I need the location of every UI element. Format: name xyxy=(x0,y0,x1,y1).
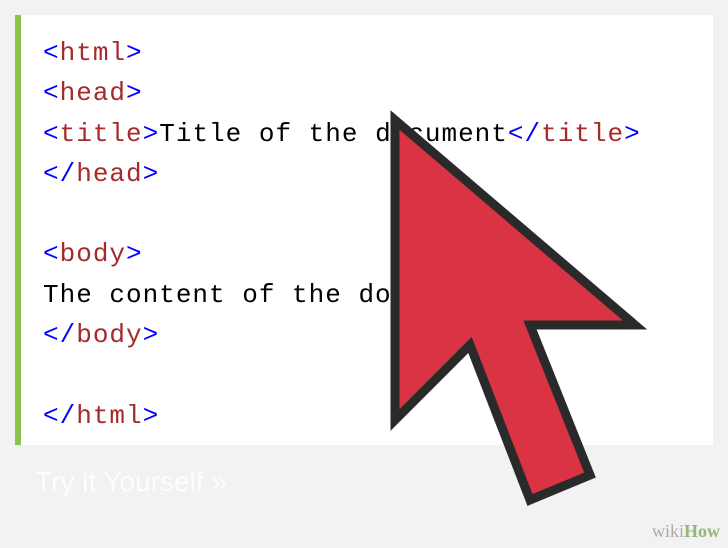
code-line xyxy=(43,355,691,395)
watermark-how: How xyxy=(684,521,720,541)
faint-overlay-text: Try it Yourself » xyxy=(35,466,227,498)
code-line: The content of the document...... xyxy=(43,275,691,315)
code-line: <title>Title of the document</title> xyxy=(43,114,691,154)
watermark-wiki: wiki xyxy=(652,521,684,541)
code-line: </html> xyxy=(43,396,691,436)
code-line xyxy=(43,194,691,234)
code-line: </body> xyxy=(43,315,691,355)
watermark: wikiHow xyxy=(652,521,720,542)
code-line: <html> xyxy=(43,33,691,73)
code-line: <body> xyxy=(43,234,691,274)
code-panel: <html><head><title>Title of the document… xyxy=(15,15,713,445)
code-line: </head> xyxy=(43,154,691,194)
code-line: <head> xyxy=(43,73,691,113)
